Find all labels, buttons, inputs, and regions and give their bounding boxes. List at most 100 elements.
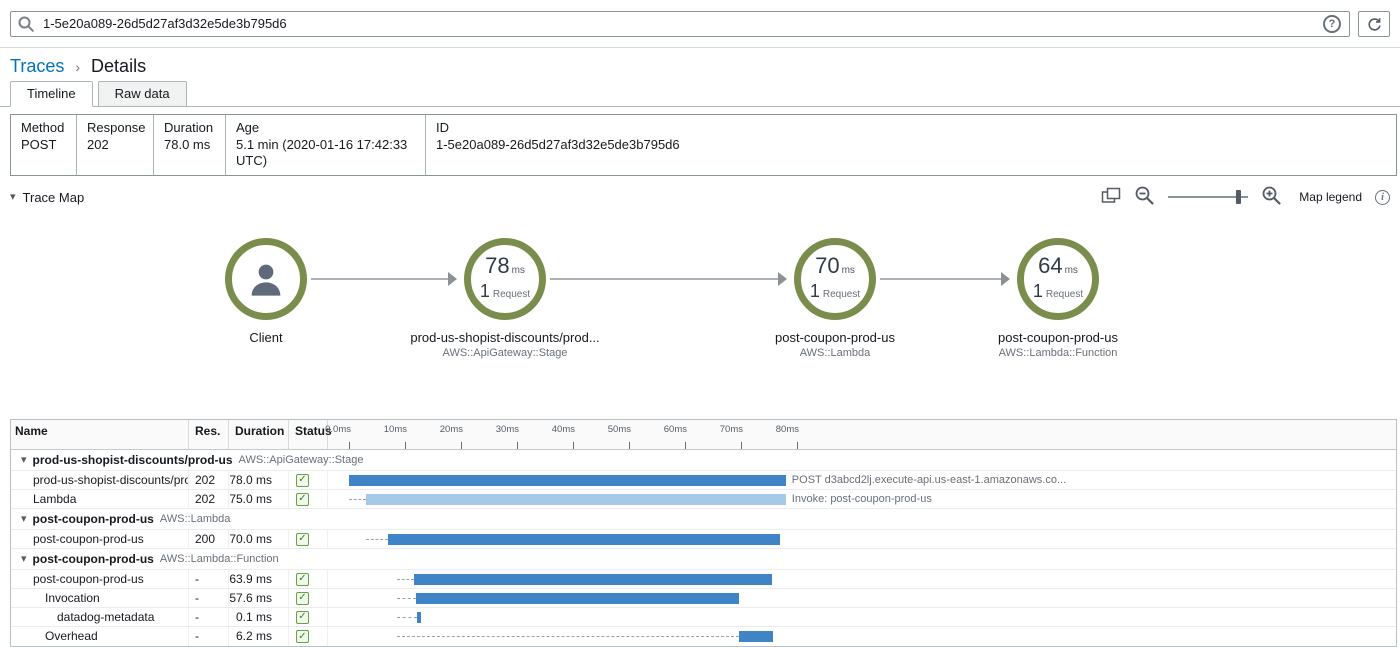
zoom-slider[interactable] xyxy=(1168,190,1248,204)
timeline-row[interactable]: post-coupon-prod-us20070.0 ms✓ xyxy=(11,530,1396,549)
offset-dash-line xyxy=(397,579,414,580)
client-circle[interactable] xyxy=(225,238,307,320)
segment-response-code: - xyxy=(189,570,229,588)
breadcrumb-separator-icon: › xyxy=(75,59,80,75)
duration-bar[interactable] xyxy=(416,593,739,604)
status-ok-icon: ✓ xyxy=(296,493,309,506)
axis-tick-label: 70ms xyxy=(720,424,743,435)
status-ok-icon: ✓ xyxy=(296,592,309,605)
segment-status: ✓ xyxy=(289,627,328,646)
segment-name: post-coupon-prod-us xyxy=(11,530,189,548)
segment-response-code: - xyxy=(189,627,229,646)
duration-bar[interactable] xyxy=(388,534,780,545)
column-header-res: Res. xyxy=(189,420,229,449)
offset-dash-line xyxy=(397,617,418,618)
zoom-slider-handle[interactable] xyxy=(1236,190,1241,204)
tab-timeline[interactable]: Timeline xyxy=(10,81,93,107)
timeline-row[interactable]: Lambda20275.0 ms✓Invoke: post-coupon-pro… xyxy=(11,490,1396,509)
offset-dash-line xyxy=(349,499,366,500)
service-node[interactable]: 64ms1Requestpost-coupon-prod-usAWS::Lamb… xyxy=(938,238,1178,359)
axis-tick-label: 0.0ms xyxy=(325,424,351,435)
info-icon[interactable]: i xyxy=(1375,190,1390,205)
duration-bar[interactable] xyxy=(366,494,786,505)
group-name: post-coupon-prod-us xyxy=(33,552,154,566)
summary-age-label: Age xyxy=(236,120,415,135)
segment-gantt-cell: POST d3abcd2lj.execute-api.us-east-1.ama… xyxy=(328,471,1396,489)
help-icon[interactable]: ? xyxy=(1323,15,1341,33)
duration-bar[interactable] xyxy=(417,612,420,623)
timeline-row[interactable]: post-coupon-prod-us-63.9 ms✓ xyxy=(11,570,1396,589)
client-node[interactable]: Client xyxy=(146,238,386,347)
segment-duration: 70.0 ms xyxy=(229,530,289,548)
segment-gantt-cell xyxy=(328,589,1396,607)
service-circle[interactable]: 78ms1Request xyxy=(464,238,546,320)
timeline-row[interactable]: datadog-metadata-0.1 ms✓ xyxy=(11,608,1396,627)
duration-bar[interactable] xyxy=(349,475,786,486)
segment-status: ✓ xyxy=(289,530,328,548)
zoom-in-icon[interactable] xyxy=(1261,185,1282,209)
segment-gantt-cell xyxy=(328,627,1396,646)
timeline-row[interactable]: Overhead-6.2 ms✓ xyxy=(11,627,1396,646)
offset-dash-line xyxy=(397,598,417,599)
summary-method: Method POST xyxy=(11,115,77,175)
timeline-row[interactable]: prod-us-shopist-discounts/prod-us20278.0… xyxy=(11,471,1396,490)
timeline-table: Name Res. Duration Status 0.0ms10ms20ms3… xyxy=(10,419,1397,647)
duration-bar[interactable] xyxy=(739,631,774,642)
map-legend-label[interactable]: Map legend xyxy=(1299,190,1362,204)
status-ok-icon: ✓ xyxy=(296,573,309,586)
collapse-caret-icon[interactable]: ▾ xyxy=(21,455,27,466)
node-request-count: 1Request xyxy=(480,282,530,304)
segment-duration: 57.6 ms xyxy=(229,589,289,607)
timeline-group-header[interactable]: ▾post-coupon-prod-usAWS::Lambda xyxy=(11,509,1396,530)
axis-tick-label: 40ms xyxy=(552,424,575,435)
duration-bar[interactable] xyxy=(414,574,772,585)
refresh-button[interactable] xyxy=(1358,11,1390,37)
person-icon xyxy=(245,258,287,300)
timeline-group-header[interactable]: ▾prod-us-shopist-discounts/prod-usAWS::A… xyxy=(11,450,1396,471)
timeline-group-header[interactable]: ▾post-coupon-prod-usAWS::Lambda::Functio… xyxy=(11,549,1396,570)
breadcrumb-traces-link[interactable]: Traces xyxy=(10,56,64,76)
breadcrumb: Traces › Details xyxy=(0,48,1400,77)
collapse-caret-icon[interactable]: ▾ xyxy=(21,514,27,525)
node-latency: 78ms xyxy=(485,255,525,282)
axis-tick-label: 20ms xyxy=(440,424,463,435)
status-ok-icon: ✓ xyxy=(296,474,309,487)
tab-raw-data[interactable]: Raw data xyxy=(98,81,187,107)
summary-age-value: 5.1 min (2020-01-16 17:42:33 UTC) xyxy=(236,137,415,169)
fit-view-icon[interactable] xyxy=(1101,187,1121,208)
axis-tick-mark xyxy=(405,442,406,449)
summary-duration: Duration 78.0 ms xyxy=(154,115,226,175)
timeline-row[interactable]: Invocation-57.6 ms✓ xyxy=(11,589,1396,608)
service-node[interactable]: 78ms1Request prod-us-shopist-discounts/pr… xyxy=(385,238,625,359)
collapse-caret-icon[interactable]: ▾ xyxy=(21,554,27,565)
service-name: prod-us-shopist-discounts/prod... xyxy=(385,330,625,345)
segment-status: ✓ xyxy=(289,490,328,508)
service-circle[interactable]: 64ms1Request xyxy=(1017,238,1099,320)
segment-annotation: POST d3abcd2lj.execute-api.us-east-1.ama… xyxy=(792,474,1066,486)
summary-table: Method POST Response 202 Duration 78.0 m… xyxy=(10,114,1397,176)
segment-response-code: - xyxy=(189,589,229,607)
trace-map-collapse-caret[interactable]: ▾ xyxy=(10,192,16,203)
node-latency: 70ms xyxy=(815,255,855,282)
summary-duration-value: 78.0 ms xyxy=(164,137,215,153)
tab-bar: Timeline Raw data xyxy=(0,77,1400,107)
segment-status: ✓ xyxy=(289,570,328,588)
segment-gantt-cell: Invoke: post-coupon-prod-us xyxy=(328,490,1396,508)
axis-tick-mark xyxy=(573,442,574,449)
edge-arrow-head-icon xyxy=(778,272,787,286)
segment-status: ✓ xyxy=(289,589,328,607)
axis-tick-label: 80ms xyxy=(776,424,799,435)
edge-arrow-head-icon xyxy=(448,272,457,286)
trace-search-input[interactable] xyxy=(10,11,1350,37)
search-icon xyxy=(17,15,35,33)
axis-tick-mark xyxy=(741,442,742,449)
service-name: post-coupon-prod-us xyxy=(715,330,955,345)
status-ok-icon: ✓ xyxy=(296,630,309,643)
segment-name: Lambda xyxy=(11,490,189,508)
segment-status: ✓ xyxy=(289,471,328,489)
segment-response-code: 202 xyxy=(189,490,229,508)
segment-gantt-cell xyxy=(328,530,1396,548)
zoom-out-icon[interactable] xyxy=(1134,185,1155,209)
service-node[interactable]: 70ms1Requestpost-coupon-prod-usAWS::Lamb… xyxy=(715,238,955,359)
service-circle[interactable]: 70ms1Request xyxy=(794,238,876,320)
